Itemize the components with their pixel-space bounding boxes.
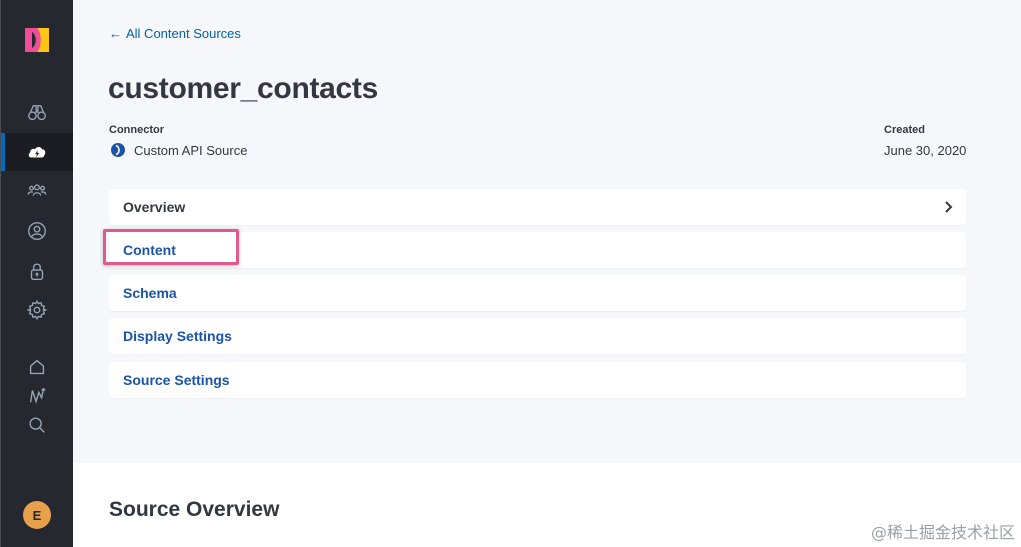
menu-item-label: Content: [123, 242, 176, 258]
menu-item-schema[interactable]: Schema: [109, 275, 966, 311]
avatar[interactable]: E: [23, 501, 51, 529]
nav-item-security[interactable]: [1, 252, 73, 290]
gear-icon: [26, 299, 48, 321]
section-title: Source Overview: [109, 498, 280, 521]
menu-item-overview[interactable]: Overview: [109, 189, 966, 225]
binoculars-icon: [28, 104, 46, 121]
menu-item-label: Source Settings: [123, 372, 230, 388]
connector-label: Connector: [109, 124, 164, 136]
brand-logo[interactable]: [23, 26, 51, 54]
users-group-icon: [27, 184, 47, 196]
nav-item-users[interactable]: [1, 212, 73, 250]
menu-item-source-settings[interactable]: Source Settings: [109, 362, 966, 398]
menu-item-content[interactable]: Content: [109, 232, 966, 268]
search-icon: [29, 417, 45, 433]
menu-item-label: Schema: [123, 285, 177, 301]
lock-icon: [30, 263, 44, 280]
menu-item-display-settings[interactable]: Display Settings: [109, 318, 966, 354]
nav-item-content-sources[interactable]: [1, 133, 73, 171]
menu-item-label: Display Settings: [123, 328, 232, 344]
created-label: Created: [884, 124, 925, 136]
arrow-left-icon: ←: [109, 26, 122, 41]
chevron-right-icon: [945, 201, 953, 213]
workflow-icon: [29, 387, 46, 404]
custom-api-source-icon: [111, 143, 125, 157]
created-value: June 30, 2020: [884, 143, 967, 158]
page-title: customer_contacts: [108, 72, 378, 105]
nav-item-search[interactable]: [1, 406, 73, 444]
home-icon: [29, 359, 45, 375]
main-content: ← All Content Sources customer_contacts …: [73, 0, 1021, 547]
sidebar: E: [0, 0, 73, 547]
nav-item-groups[interactable]: [1, 172, 73, 210]
back-link-label: All Content Sources: [126, 26, 241, 41]
nav-item-settings[interactable]: [1, 291, 73, 329]
connector-value: Custom API Source: [134, 143, 248, 158]
cloud-lightning-icon: [28, 147, 46, 158]
nav-item-search-overview[interactable]: [1, 94, 73, 132]
back-link-all-content-sources[interactable]: ← All Content Sources: [109, 26, 241, 41]
watermark: @稀土掘金技术社区: [870, 523, 1015, 542]
menu-item-label: Overview: [123, 199, 186, 215]
user-circle-icon: [28, 222, 46, 240]
